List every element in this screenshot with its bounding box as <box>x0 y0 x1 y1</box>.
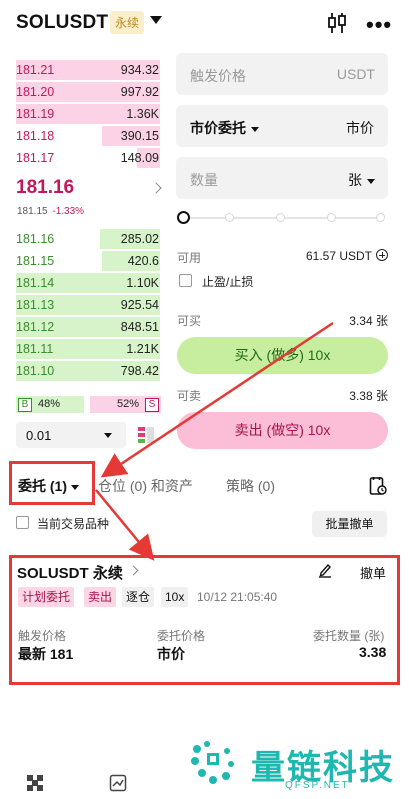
buy-percent: 48% <box>38 398 61 410</box>
trigger-price-unit: USDT <box>336 66 375 82</box>
tab-positions[interactable]: 仓位 (0) 和资产 <box>98 476 193 496</box>
current-symbol-checkbox[interactable] <box>16 516 29 529</box>
grid-nav-icon[interactable] <box>26 774 44 792</box>
bid-row[interactable]: 181.12 848.51 <box>16 317 160 337</box>
ask-row[interactable]: 181.19 1.36K <box>16 104 160 124</box>
trigger-price-input[interactable]: 触发价格 USDT <box>176 53 388 95</box>
mark-price-line: 181.15 -1.33% <box>17 206 84 217</box>
history-icon[interactable] <box>369 476 387 496</box>
bid-price: 181.13 <box>16 298 55 312</box>
perpetual-badge: 永续 <box>110 11 145 34</box>
chart-nav-icon[interactable] <box>109 774 127 792</box>
available-value-line: 61.57 USDT <box>306 249 388 263</box>
ask-row[interactable]: 181.18 390.15 <box>16 126 160 146</box>
ask-row[interactable]: 181.21 934.32 <box>16 60 160 80</box>
cancel-all-button[interactable]: 批量撤单 <box>312 511 387 537</box>
bid-qty: 1.21K <box>126 342 159 356</box>
can-sell-value: 3.38 张 <box>349 389 388 403</box>
slider-stop[interactable] <box>327 213 336 222</box>
highlight-box-orders-tab <box>9 461 95 505</box>
add-funds-icon[interactable] <box>376 249 388 261</box>
order-type-text: 市价委托 <box>190 120 246 136</box>
quantity-input[interactable]: 数量 张 <box>176 157 388 199</box>
ask-price: 181.19 <box>16 107 55 121</box>
last-price[interactable]: 181.16 <box>16 177 74 199</box>
quantity-slider[interactable] <box>177 210 387 226</box>
buy-tag: B <box>18 398 32 412</box>
bid-price: 181.11 <box>16 342 54 356</box>
ask-price: 181.21 <box>16 63 55 77</box>
ask-price: 181.18 <box>16 129 55 143</box>
slider-stop[interactable] <box>376 213 385 222</box>
ask-qty: 997.92 <box>120 85 159 99</box>
quantity-unit-select[interactable]: 张 <box>348 170 375 190</box>
buy-long-button[interactable]: 买入 (做多) 10x <box>177 337 388 374</box>
quantity-placeholder: 数量 <box>190 172 218 188</box>
order-type-select[interactable]: 市价委托 市价 <box>176 105 388 147</box>
watermark-site: QFSP.NET <box>285 780 350 791</box>
symbol-dropdown-icon[interactable] <box>150 16 162 24</box>
bid-row[interactable]: 181.11 1.21K <box>16 339 160 359</box>
tpsl-label[interactable]: 止盈/止损 <box>202 273 253 290</box>
ask-qty: 390.15 <box>120 129 159 143</box>
dropdown-icon <box>367 178 375 184</box>
bid-price: 181.16 <box>16 232 55 246</box>
available-value: 61.57 USDT <box>305 249 372 263</box>
slider-stop[interactable] <box>225 213 234 222</box>
sell-tag: S <box>145 398 159 412</box>
dropdown-icon <box>251 126 259 132</box>
bid-qty: 285.02 <box>120 232 159 246</box>
orderbook-layout-icon[interactable] <box>136 425 156 445</box>
bid-price: 181.15 <box>16 254 55 268</box>
ask-row[interactable]: 181.20 997.92 <box>16 82 160 102</box>
ask-row[interactable]: 181.17 148.09 <box>16 148 160 168</box>
bid-row[interactable]: 181.13 925.54 <box>16 295 160 315</box>
chevron-right-icon[interactable] <box>150 182 162 194</box>
ask-qty: 934.32 <box>120 63 159 77</box>
order-type-label: 市价委托 <box>190 118 259 138</box>
slider-stop[interactable] <box>276 213 285 222</box>
tpsl-checkbox[interactable] <box>179 274 192 287</box>
bid-price: 181.12 <box>16 320 55 334</box>
precision-select[interactable]: 0.01 <box>16 422 126 448</box>
quantity-unit: 张 <box>348 172 362 188</box>
watermark-logo-icon <box>188 737 238 787</box>
dropdown-icon <box>104 433 112 438</box>
current-symbol-label[interactable]: 当前交易品种 <box>37 515 109 532</box>
buy-sell-ratio: B 48% 52% S <box>16 396 161 413</box>
tab-strategy[interactable]: 策略 (0) <box>226 476 275 496</box>
bid-qty: 798.42 <box>120 364 159 378</box>
change-percent: -1.33% <box>52 206 85 217</box>
sell-short-button[interactable]: 卖出 (做空) 10x <box>177 412 388 449</box>
bid-row[interactable]: 181.15 420.6 <box>16 251 160 271</box>
ask-price: 181.17 <box>16 151 55 165</box>
bid-row[interactable]: 181.14 1.10K <box>16 273 160 293</box>
ask-qty: 148.09 <box>120 151 159 165</box>
precision-value: 0.01 <box>26 428 52 443</box>
mark-price: 181.15 <box>17 206 48 217</box>
trigger-price-placeholder: 触发价格 <box>190 68 246 84</box>
more-icon[interactable]: ••• <box>366 12 392 38</box>
available-label: 可用 <box>177 251 202 265</box>
bid-qty: 848.51 <box>120 320 159 334</box>
can-buy-label: 可买 <box>177 314 202 328</box>
bid-qty: 925.54 <box>120 298 159 312</box>
candlestick-icon[interactable] <box>326 11 348 35</box>
ask-qty: 1.36K <box>126 107 159 121</box>
highlight-box-order-card <box>9 555 400 685</box>
order-type-value: 市价 <box>346 120 374 136</box>
slider-knob[interactable] <box>177 211 190 224</box>
header-bar: SOLUSDT 永续 ••• <box>0 0 409 46</box>
ask-price: 181.20 <box>16 85 55 99</box>
sell-percent: 52% <box>116 398 139 410</box>
symbol-title[interactable]: SOLUSDT <box>16 12 108 34</box>
can-sell-label: 可卖 <box>177 389 202 403</box>
bid-qty: 420.6 <box>127 254 159 268</box>
bid-row[interactable]: 181.10 798.42 <box>16 361 160 381</box>
can-buy-value: 3.34 张 <box>349 314 388 328</box>
bid-qty: 1.10K <box>126 276 159 290</box>
bid-price: 181.14 <box>16 276 55 290</box>
bid-row[interactable]: 181.16 285.02 <box>16 229 160 249</box>
bid-price: 181.10 <box>16 364 55 378</box>
